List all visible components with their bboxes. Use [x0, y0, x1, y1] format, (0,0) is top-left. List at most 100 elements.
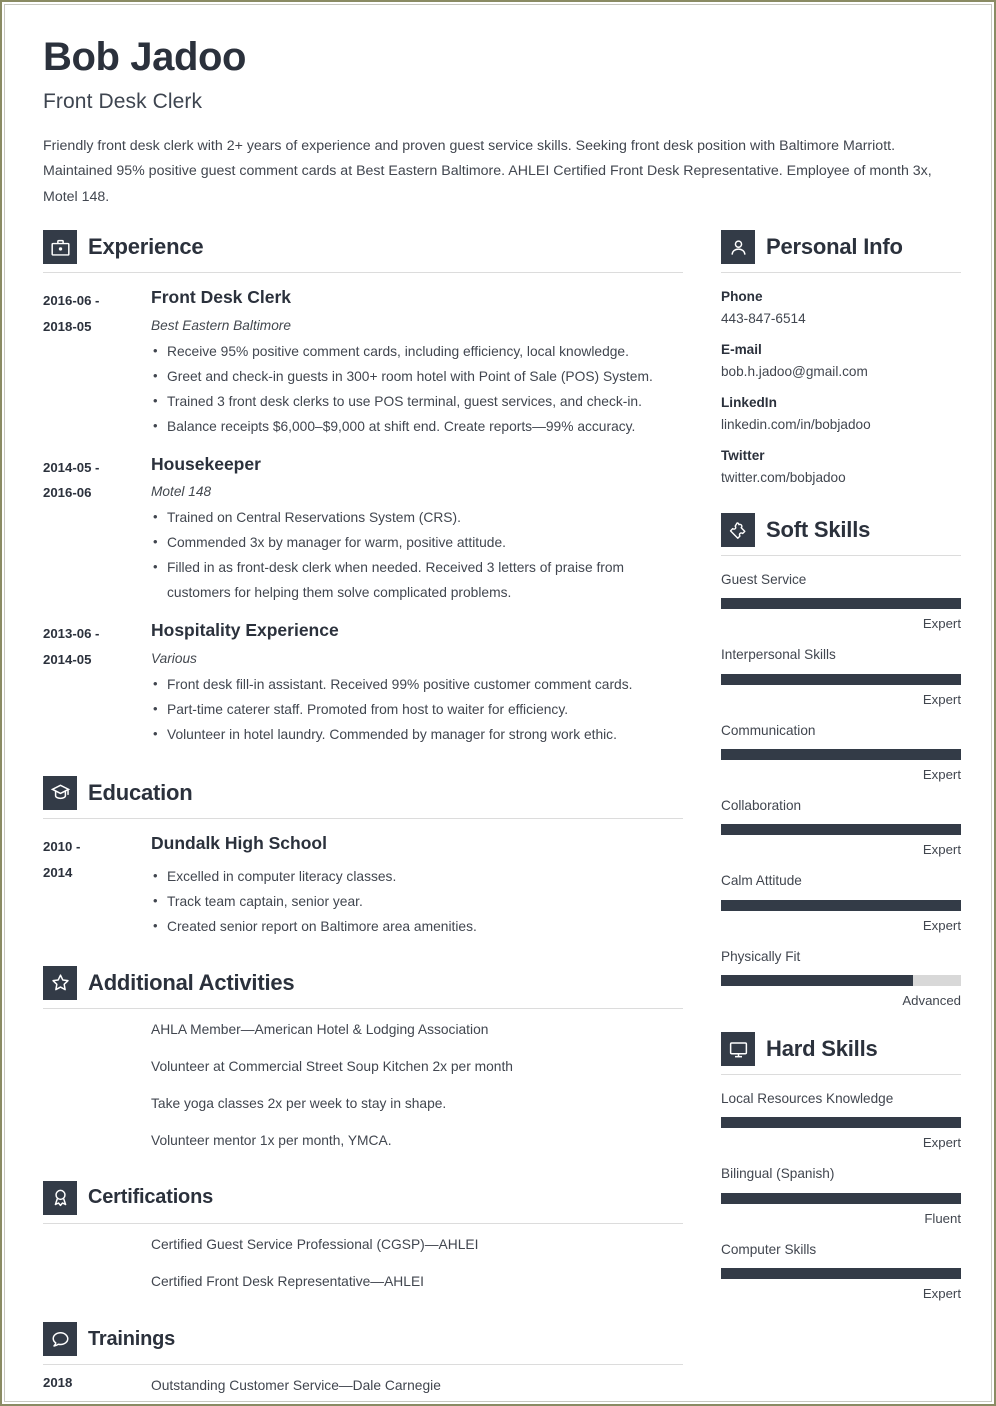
entry-date-to: 2018-05 [43, 318, 92, 334]
entry-title: Housekeeper [151, 453, 261, 474]
skill-level: Expert [922, 842, 961, 858]
section-title: Experience [88, 234, 204, 260]
list-item: Trained 3 front desk clerks to use POS t… [151, 389, 683, 415]
activity-text: Take yoga classes 2x per week to stay in… [151, 1095, 447, 1111]
entry-date-to: 2014 [43, 864, 73, 880]
section-additional-activities: Additional Activities AHLA Member—Americ… [43, 960, 683, 1157]
entry-body: Front Desk Clerk Best Eastern Baltimore … [151, 286, 683, 440]
skill-name: Computer Skills [721, 1241, 817, 1257]
skill-level: Expert [922, 1135, 961, 1151]
certification-row: Certified Guest Service Professional (CG… [43, 1224, 683, 1261]
skill-bar-track [721, 598, 961, 610]
skill-bar-track [721, 1268, 961, 1280]
section-title: Certifications [88, 1186, 214, 1209]
section-header-additional-activities: Additional Activities [43, 960, 683, 1000]
skill-bar-fill [721, 1268, 961, 1280]
certification-text: Certified Front Desk Representative—AHLE… [151, 1273, 424, 1289]
skill-name: Communication [721, 722, 816, 738]
skill-level: Fluent [924, 1210, 961, 1226]
activity-text: AHLA Member—American Hotel & Lodging Ass… [151, 1021, 489, 1037]
list-item: Created senior report on Baltimore area … [151, 914, 683, 940]
list-item: Greet and check-in guests in 300+ room h… [151, 364, 683, 390]
skill-level: Expert [922, 691, 961, 707]
activity-row: Volunteer at Commercial Street Soup Kitc… [43, 1046, 683, 1083]
skill-bar-fill [721, 975, 913, 987]
skill-name: Calm Attitude [721, 873, 802, 889]
experience-entry: 2013-06 - 2014-05 Hospitality Experience… [43, 619, 683, 748]
skill-name: Bilingual (Spanish) [721, 1166, 835, 1182]
skill-bar-track [721, 1117, 961, 1129]
info-value-phone: 443-847-6514 [721, 311, 806, 327]
activity-row: Take yoga classes 2x per week to stay in… [43, 1083, 683, 1120]
info-label-phone: Phone [721, 289, 763, 305]
graduation-cap-icon [43, 775, 77, 810]
resume-page: Bob Jadoo Front Desk Clerk Friendly fron… [0, 0, 996, 1406]
info-value-twitter: twitter.com/bobjadoo [721, 470, 846, 486]
skill-bar-track [721, 1192, 961, 1204]
skill-bar-fill [721, 1117, 961, 1129]
certification-text: Certified Guest Service Professional (CG… [151, 1236, 479, 1252]
page-title: Bob Jadoo [43, 35, 247, 79]
section-divider [43, 272, 683, 274]
entry-date: 2014-05 - 2016-06 [43, 453, 151, 607]
entry-body: Housekeeper Motel 148 Trained on Central… [151, 453, 683, 607]
info-label-email: E-mail [721, 342, 762, 358]
entry-employer: Best Eastern Baltimore [151, 317, 291, 333]
entry-date-from: 2014-05 - [43, 459, 100, 475]
skill-item: Calm Attitude Expert [721, 872, 961, 933]
job-title: Front Desk Clerk [43, 89, 203, 113]
entry-title: Hospitality Experience [151, 620, 339, 641]
section-title: Hard Skills [766, 1036, 878, 1062]
list-item: Part-time caterer staff. Promoted from h… [151, 697, 683, 723]
professional-summary: Friendly front desk clerk with 2+ years … [43, 137, 932, 205]
section-divider [43, 817, 683, 819]
education-entry: 2010 - 2014 Dundalk High School Excelled… [43, 832, 683, 940]
section-divider [721, 272, 961, 274]
skill-bar-fill [721, 824, 961, 836]
list-item: Trained on Central Reservations System (… [151, 505, 683, 531]
skill-bar-track [721, 673, 961, 685]
skill-name: Physically Fit [721, 948, 801, 964]
skill-name: Interpersonal Skills [721, 647, 836, 663]
entry-date-to: 2014-05 [43, 652, 92, 668]
training-year: 2018 [43, 1375, 73, 1390]
skill-item: Interpersonal Skills Expert [721, 646, 961, 707]
skill-bar-track [721, 899, 961, 911]
section-header-hard-skills: Hard Skills [721, 1026, 961, 1067]
skill-level: Expert [922, 767, 961, 783]
entry-body: Hospitality Experience Various Front des… [151, 619, 683, 748]
resume-columns: Experience 2016-06 - 2018-05 Front Desk … [43, 224, 961, 1402]
speech-bubble-icon [43, 1322, 77, 1356]
section-header-trainings: Trainings [43, 1316, 683, 1356]
skill-name: Local Resources Knowledge [721, 1091, 894, 1107]
entry-date-from: 2013-06 - [43, 626, 100, 642]
entry-date-from: 2010 - [43, 838, 81, 854]
skill-bar-track [721, 824, 961, 836]
skill-level: Advanced [902, 993, 961, 1009]
section-title: Education [88, 779, 193, 805]
section-divider [721, 1074, 961, 1076]
monitor-icon [721, 1032, 755, 1067]
section-certifications: Certifications Certified Guest Service P… [43, 1175, 683, 1298]
sidebar-column: Personal Info Phone 443-847-6514 E-mail … [721, 224, 961, 1301]
section-hard-skills: Hard Skills Local Resources Knowledge Ex… [721, 1026, 961, 1301]
skill-item: Guest Service Expert [721, 571, 961, 631]
list-item: Receive 95% positive comment cards, incl… [151, 339, 683, 365]
list-item: Commended 3x by manager for warm, positi… [151, 530, 683, 556]
skill-item: Computer Skills Expert [721, 1241, 961, 1301]
list-item: Filled in as front-desk clerk when neede… [151, 555, 683, 606]
skill-name: Guest Service [721, 572, 807, 588]
activity-text: Volunteer at Commercial Street Soup Kitc… [151, 1058, 513, 1074]
list-item: Excelled in computer literacy classes. [151, 864, 683, 890]
entry-date-from: 2016-06 - [43, 293, 100, 309]
skill-bar-fill [721, 1192, 961, 1204]
section-divider [721, 555, 961, 557]
skill-level: Expert [922, 917, 961, 933]
entry-employer: Various [151, 651, 197, 667]
section-title: Trainings [88, 1327, 176, 1350]
section-soft-skills: Soft Skills Guest Service Expert Interpe… [721, 507, 961, 1008]
activity-row: AHLA Member—American Hotel & Lodging Ass… [43, 1009, 683, 1046]
person-icon [721, 230, 755, 265]
entry-date-to: 2016-06 [43, 485, 92, 501]
section-header-soft-skills: Soft Skills [721, 507, 961, 548]
